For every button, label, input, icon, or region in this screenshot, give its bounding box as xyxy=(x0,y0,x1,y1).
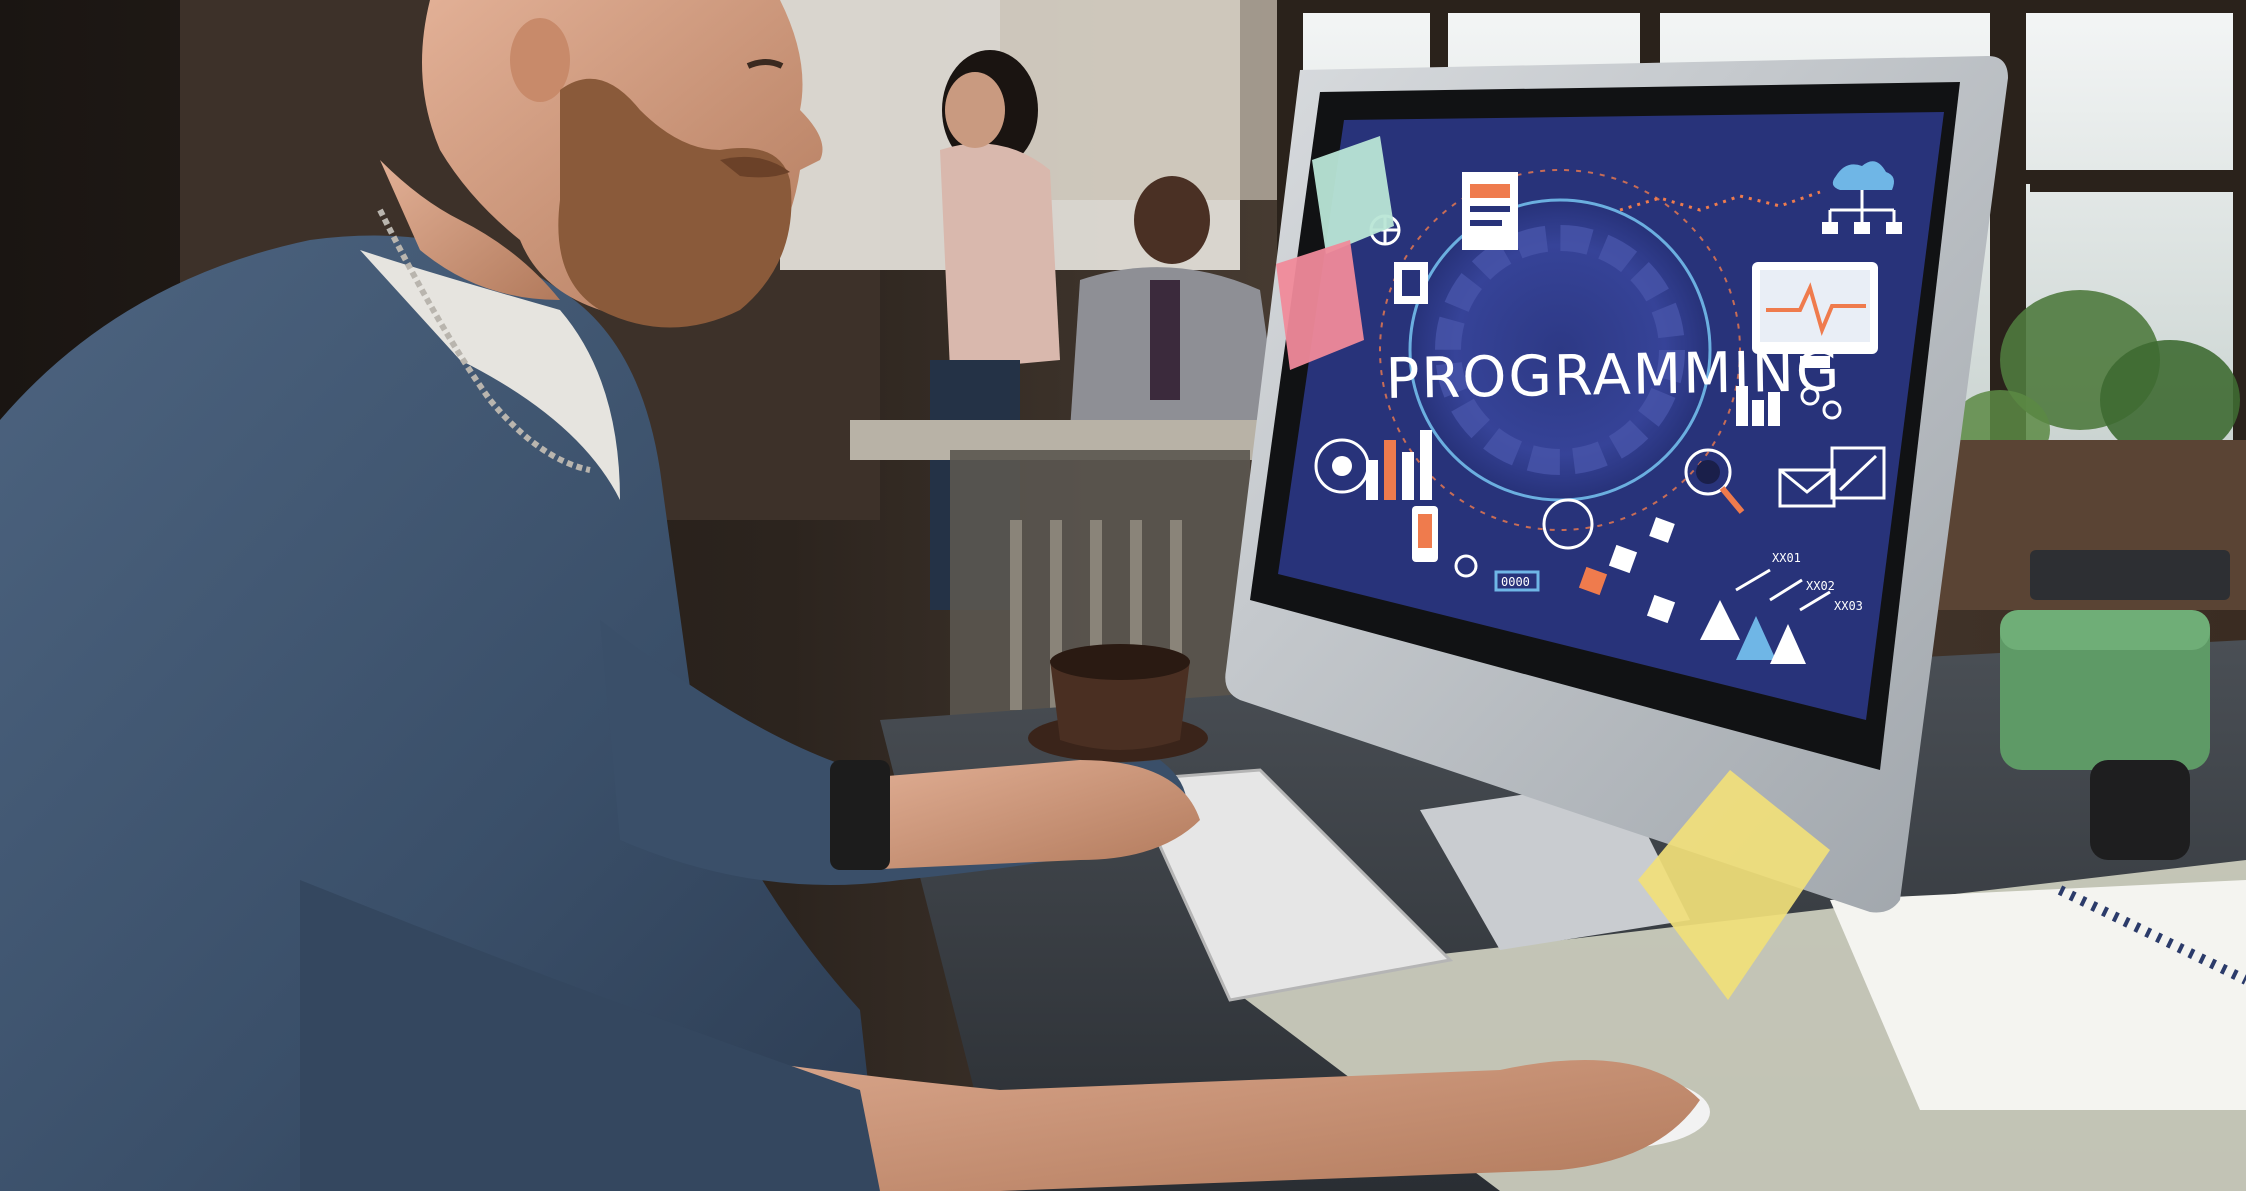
screen-label-3: XX03 xyxy=(1834,599,1863,613)
screen-label-1: XX01 xyxy=(1772,551,1801,565)
photo-illustration: PROGRAMMING 0000 XX01 XX02 XX03 xyxy=(0,0,2246,1191)
screen-box-label: 0000 xyxy=(1501,575,1530,589)
screen-label-2: XX02 xyxy=(1806,579,1835,593)
photo-scene: PROGRAMMING 0000 XX01 XX02 XX03 xyxy=(0,0,2246,1191)
